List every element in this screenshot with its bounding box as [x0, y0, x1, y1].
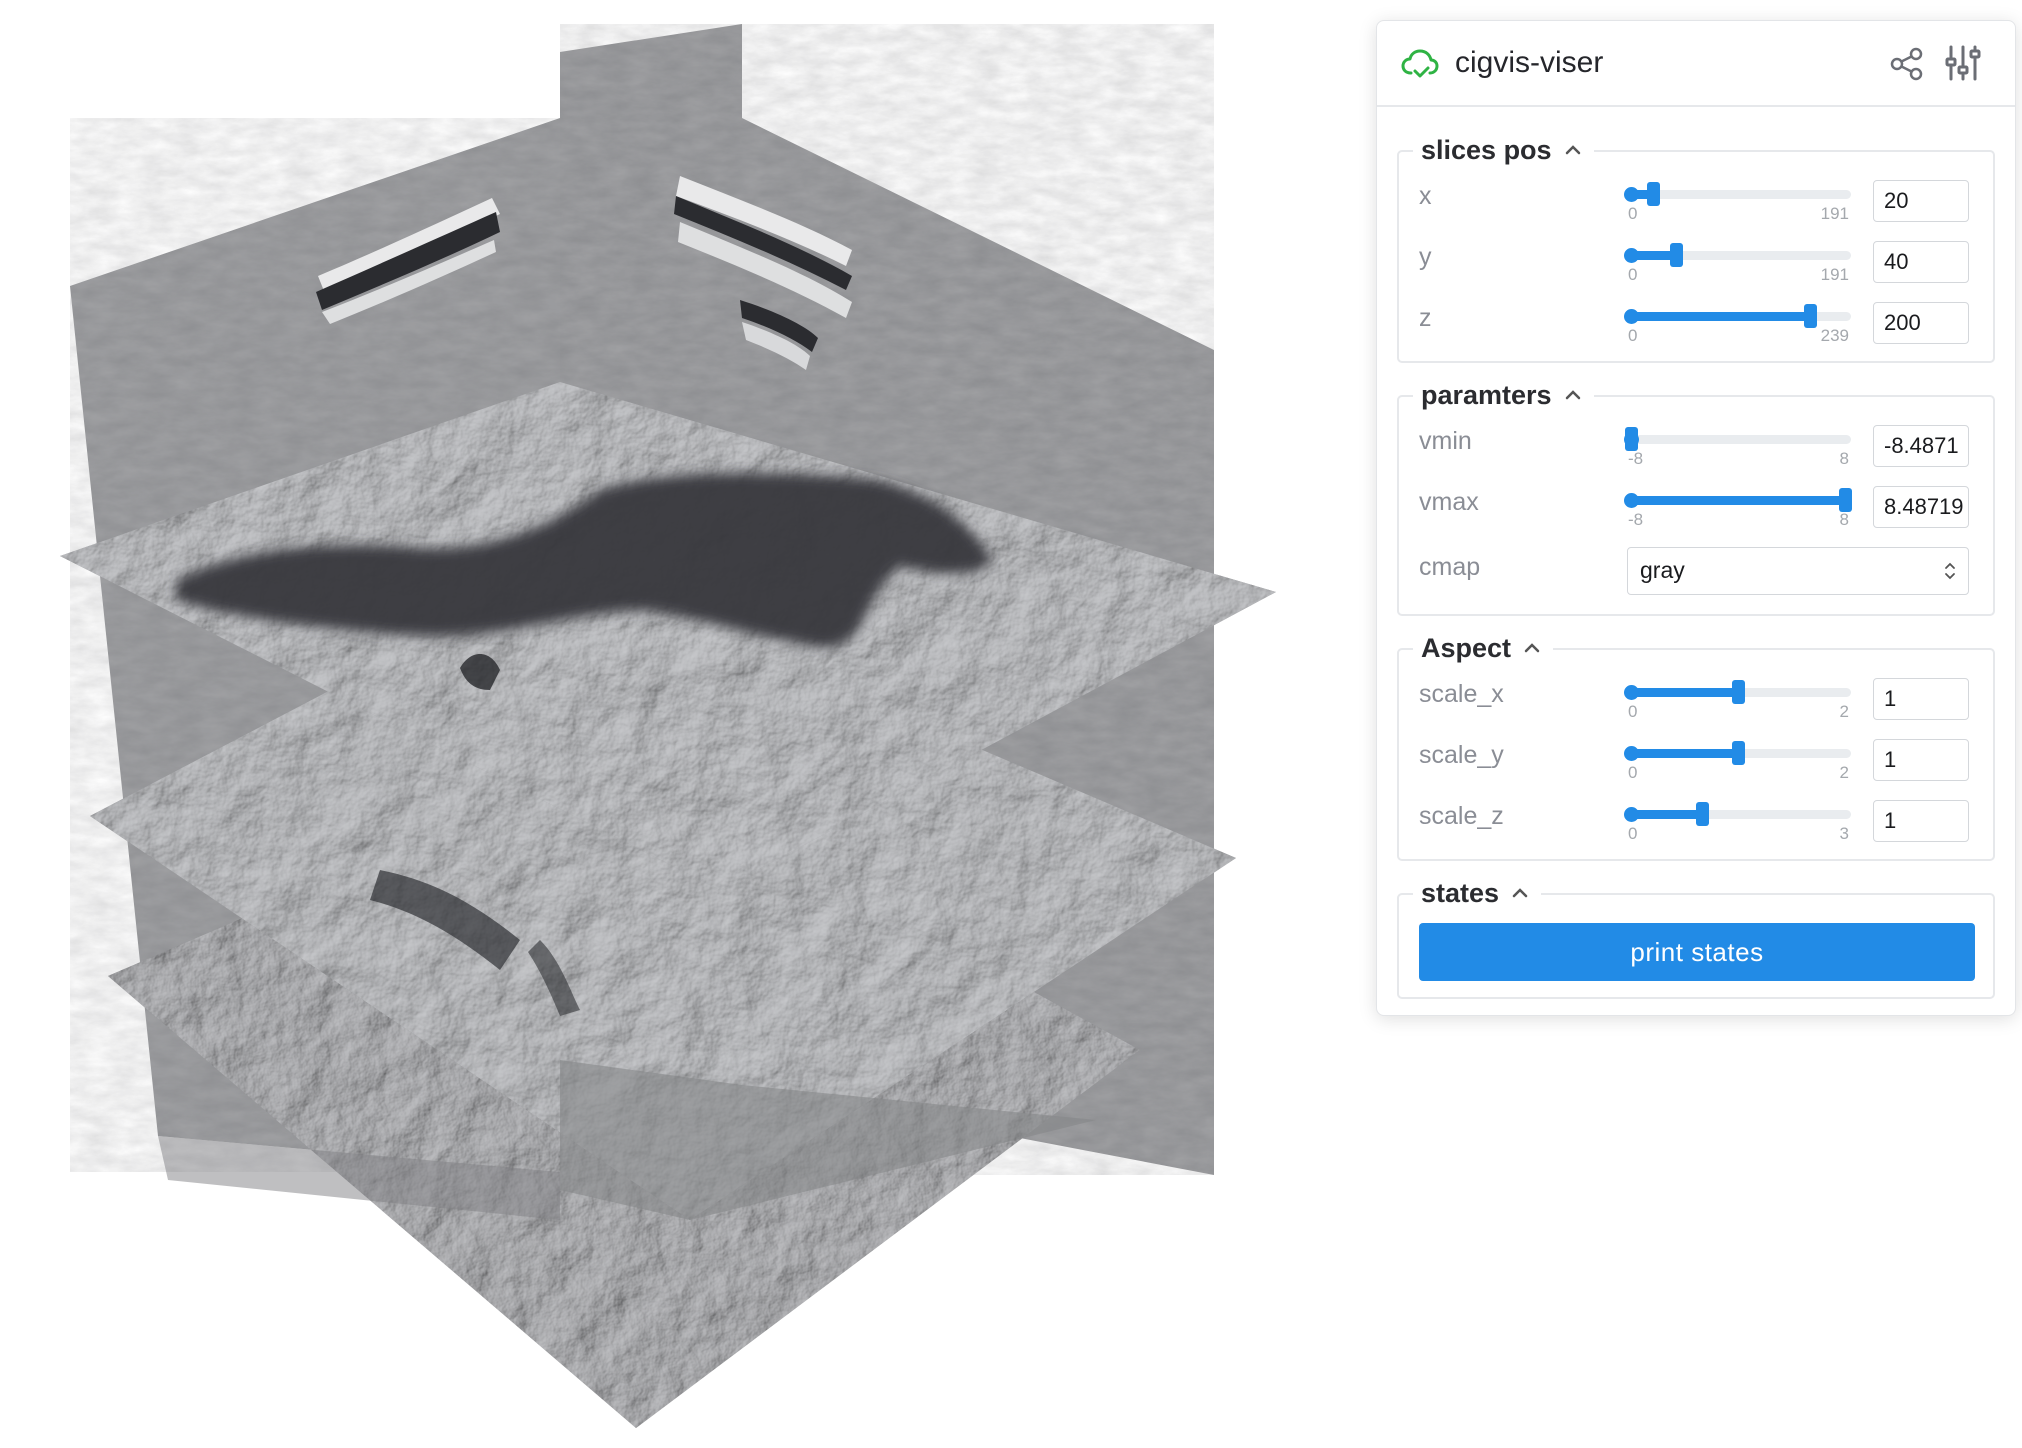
slider-thumb[interactable] [1647, 182, 1661, 206]
cmap-select[interactable]: gray [1627, 547, 1969, 595]
slider-min-label: 0 [1628, 763, 1638, 782]
folder-aspect: Aspect scale_x 0 2 1 scale_y 0 2 1 scale… [1397, 629, 1995, 861]
slider-fill [1627, 749, 1738, 758]
folder-aspect-toggle[interactable]: Aspect [1413, 629, 1554, 667]
chevron-up-icon [1512, 888, 1528, 898]
row-label: scale_x [1419, 680, 1504, 708]
slider-thumb[interactable] [1732, 741, 1745, 765]
row-x: x 0 191 20 [1399, 170, 1993, 230]
slider-max-label: 3 [1839, 824, 1849, 843]
share-icon[interactable] [1889, 47, 1925, 81]
slider-fill [1627, 312, 1811, 321]
panel-header: cigvis-viser [1377, 21, 2015, 107]
slider-start-dot [1624, 309, 1639, 324]
number-input-scale-z[interactable]: 1 [1873, 800, 1969, 842]
folder-title: states [1421, 877, 1500, 908]
slider-min-label: 0 [1628, 204, 1638, 223]
slider-min-label: 0 [1628, 326, 1638, 345]
3d-viewport[interactable] [0, 0, 1370, 1448]
number-input-vmax[interactable]: 8.48719 [1873, 486, 1969, 528]
row-z: z 0 239 200 [1399, 292, 1993, 352]
slider-start-dot [1624, 746, 1639, 761]
row-label: x [1419, 182, 1432, 210]
slider-start-dot [1624, 187, 1639, 202]
row-vmin: vmin -8 8 -8.4871 [1399, 415, 1993, 475]
number-input-z[interactable]: 200 [1873, 302, 1969, 344]
slider-scale-z[interactable]: 0 3 [1624, 798, 1853, 843]
number-input-vmin[interactable]: -8.4871 [1873, 425, 1969, 467]
row-label: scale_z [1419, 802, 1504, 830]
slider-fill [1627, 496, 1845, 505]
slider-start-dot [1624, 807, 1639, 822]
slider-max-label: 239 [1820, 326, 1849, 345]
slider-thumb[interactable] [1804, 304, 1818, 328]
chevron-up-down-icon [1945, 562, 1955, 580]
slider-track [1627, 435, 1851, 444]
slider-thumb[interactable] [1732, 680, 1745, 704]
app-title: cigvis-viser [1455, 46, 1604, 79]
slider-max-label: 2 [1839, 702, 1849, 721]
folder-title: paramters [1421, 379, 1552, 410]
slider-y[interactable]: 0 191 [1624, 239, 1853, 284]
row-label: z [1419, 304, 1432, 332]
print-states-button[interactable]: print states [1419, 923, 1975, 981]
slider-thumb[interactable] [1625, 427, 1638, 451]
slider-min-label: 0 [1628, 265, 1638, 284]
folder-slices-pos-toggle[interactable]: slices pos [1413, 131, 1594, 169]
row-scale-z: scale_z 0 3 1 [1399, 790, 1993, 850]
slider-min-label: 0 [1628, 702, 1638, 721]
slider-vmax[interactable]: -8 8 [1624, 484, 1853, 529]
slider-max-label: 2 [1839, 763, 1849, 782]
slider-max-label: 191 [1820, 265, 1849, 284]
number-input-scale-y[interactable]: 1 [1873, 739, 1969, 781]
slider-x[interactable]: 0 191 [1624, 178, 1853, 223]
sliders-icon[interactable] [1943, 43, 1983, 83]
row-scale-y: scale_y 0 2 1 [1399, 729, 1993, 789]
slider-fill [1627, 688, 1738, 697]
row-label: vmax [1419, 488, 1479, 516]
chevron-up-icon [1524, 643, 1540, 653]
slider-min-label: -8 [1628, 449, 1644, 468]
slider-start-dot [1624, 685, 1639, 700]
row-cmap: cmap gray [1399, 539, 1993, 599]
number-input-scale-x[interactable]: 1 [1873, 678, 1969, 720]
row-label: cmap [1419, 553, 1481, 581]
row-label: vmin [1419, 427, 1472, 455]
folder-states-toggle[interactable]: states [1413, 874, 1542, 912]
slider-thumb[interactable] [1669, 243, 1683, 267]
slider-max-label: 8 [1839, 449, 1849, 468]
slider-max-label: 191 [1820, 204, 1849, 223]
folder-title: slices pos [1421, 134, 1552, 165]
folder-paramters: paramters vmin -8 8 -8.4871 vmax -8 8 8.… [1397, 376, 1995, 616]
slider-thumb[interactable] [1839, 488, 1852, 512]
slider-min-label: -8 [1628, 510, 1644, 529]
cmap-selected-value: gray [1640, 557, 1685, 583]
folder-title: Aspect [1421, 632, 1512, 663]
row-scale-x: scale_x 0 2 1 [1399, 668, 1993, 728]
chevron-up-icon [1565, 145, 1580, 155]
slider-scale-x[interactable]: 0 2 [1624, 676, 1853, 721]
row-vmax: vmax -8 8 8.48719 [1399, 476, 1993, 536]
control-panel: cigvis-viser slices pos x 0 191 20 y 0 1… [1376, 20, 2016, 1016]
slider-scale-y[interactable]: 0 2 [1624, 737, 1853, 782]
row-label: scale_y [1419, 741, 1504, 769]
cloud-check-icon [1401, 49, 1439, 78]
folder-paramters-toggle[interactable]: paramters [1413, 376, 1594, 414]
slider-start-dot [1624, 493, 1639, 508]
number-input-y[interactable]: 40 [1873, 241, 1969, 283]
row-label: y [1419, 243, 1432, 271]
row-y: y 0 191 40 [1399, 231, 1993, 291]
folder-states: states print states [1397, 874, 1995, 999]
slider-thumb[interactable] [1696, 802, 1710, 826]
slider-z[interactable]: 0 239 [1624, 300, 1853, 345]
slider-max-label: 8 [1839, 510, 1849, 529]
slider-min-label: 0 [1628, 824, 1638, 843]
folder-slices-pos: slices pos x 0 191 20 y 0 191 40 z 0 239… [1397, 131, 1995, 363]
slider-track [1627, 190, 1851, 199]
slider-vmin[interactable]: -8 8 [1624, 423, 1853, 468]
chevron-up-icon [1565, 390, 1580, 400]
slider-start-dot [1624, 248, 1639, 263]
number-input-x[interactable]: 20 [1873, 180, 1969, 222]
